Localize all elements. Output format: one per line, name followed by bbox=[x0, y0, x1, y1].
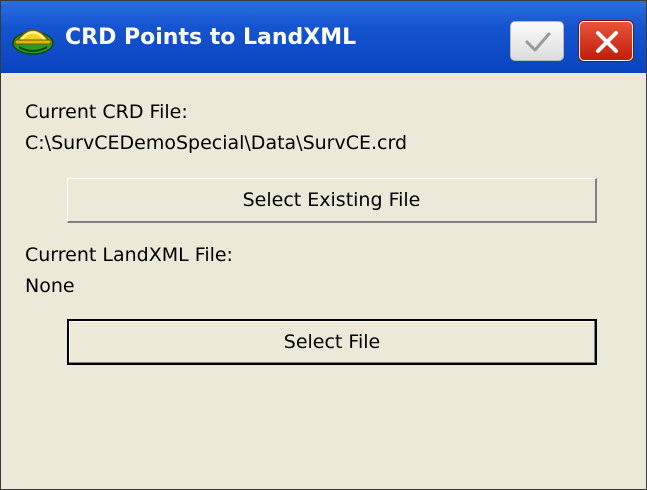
select-file-button[interactable]: Select File bbox=[67, 319, 597, 365]
surveyor-helmet-icon bbox=[11, 21, 55, 57]
close-button[interactable] bbox=[579, 21, 633, 61]
ok-button[interactable] bbox=[510, 21, 564, 61]
current-crd-file-label: Current CRD File: bbox=[25, 101, 188, 123]
close-x-icon bbox=[596, 31, 618, 53]
current-crd-file-path: C:\SurvCEDemoSpecial\Data\SurvCE.crd bbox=[25, 132, 408, 154]
current-landxml-file-label: Current LandXML File: bbox=[25, 244, 233, 266]
checkmark-icon bbox=[525, 32, 551, 52]
title-bar: CRD Points to LandXML bbox=[1, 1, 646, 73]
current-landxml-file-value: None bbox=[25, 275, 75, 297]
window-title: CRD Points to LandXML bbox=[65, 25, 357, 50]
select-existing-file-button[interactable]: Select Existing File bbox=[67, 178, 597, 223]
dialog-window: CRD Points to LandXML Current CRD File: … bbox=[0, 0, 647, 490]
